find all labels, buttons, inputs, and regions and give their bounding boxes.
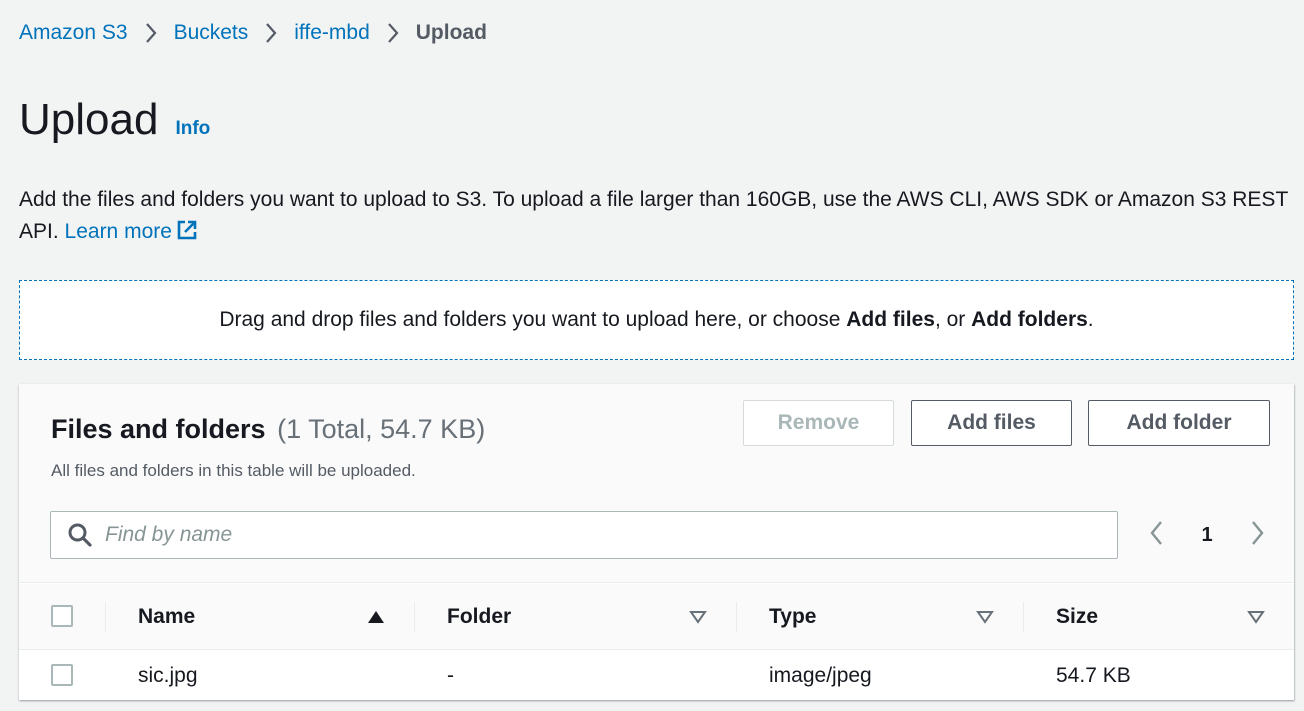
column-divider: [105, 602, 106, 632]
add-folder-button[interactable]: Add folder: [1088, 400, 1270, 446]
breadcrumb: Amazon S3 Buckets iffe-mbd Upload: [19, 18, 487, 48]
column-divider: [1023, 602, 1024, 632]
panel-subtitle: All files and folders in this table will…: [51, 461, 416, 480]
column-header-folder[interactable]: Folder: [447, 584, 511, 650]
files-and-folders-panel: Files and folders (1 Total, 54.7 KB) All…: [19, 384, 1294, 700]
page-header: Upload Info: [19, 95, 210, 145]
column-divider: [736, 602, 737, 632]
page-number[interactable]: 1: [1201, 524, 1212, 547]
panel-title: Files and folders (1 Total, 54.7 KB): [51, 414, 485, 445]
description-text: Add the files and folders you want to up…: [19, 188, 1288, 243]
dropzone-text-after: .: [1087, 308, 1094, 331]
column-header-name[interactable]: Name: [138, 584, 195, 650]
sort-descending-icon[interactable]: [1247, 610, 1265, 624]
breadcrumb-current: Upload: [415, 21, 487, 44]
cell-folder: -: [447, 663, 454, 687]
select-all-checkbox[interactable]: [51, 605, 73, 627]
column-header-size[interactable]: Size: [1056, 584, 1098, 650]
search-input[interactable]: [105, 523, 1117, 547]
search-box[interactable]: [50, 511, 1118, 559]
upload-dropzone[interactable]: Drag and drop files and folders you want…: [19, 280, 1294, 360]
dropzone-text-middle: , or: [934, 308, 972, 331]
chevron-right-icon: [386, 22, 400, 44]
breadcrumb-bucket[interactable]: iffe-mbd: [294, 21, 369, 45]
panel-count: (1 Total, 54.7 KB): [277, 414, 486, 444]
search-icon: [67, 522, 93, 548]
chevron-left-icon[interactable]: [1147, 519, 1167, 552]
dropzone-add-folders: Add folders: [971, 308, 1088, 331]
table-row: sic.jpg - image/jpeg 54.7 KB: [19, 651, 1294, 700]
pagination: 1: [1147, 519, 1267, 551]
column-header-type[interactable]: Type: [769, 584, 816, 650]
sort-descending-icon[interactable]: [689, 610, 707, 624]
chevron-right-icon: [264, 22, 278, 44]
sort-ascending-icon[interactable]: [367, 610, 385, 624]
chevron-right-icon[interactable]: [1247, 519, 1267, 552]
external-link-icon: [176, 219, 198, 251]
row-checkbox[interactable]: [51, 664, 73, 686]
panel-header: Files and folders (1 Total, 54.7 KB) All…: [19, 384, 1294, 583]
breadcrumb-amazon-s3[interactable]: Amazon S3: [19, 21, 128, 45]
add-files-button[interactable]: Add files: [911, 400, 1072, 446]
sort-descending-icon[interactable]: [976, 610, 994, 624]
column-divider: [414, 602, 415, 632]
dropzone-text: Drag and drop files and folders you want…: [219, 308, 1093, 332]
cell-type: image/jpeg: [769, 663, 872, 687]
chevron-right-icon: [144, 22, 158, 44]
cell-size: 54.7 KB: [1056, 663, 1131, 687]
breadcrumb-buckets[interactable]: Buckets: [174, 21, 249, 45]
table-header: Name Folder Type Size: [19, 584, 1294, 650]
dropzone-add-files: Add files: [846, 308, 935, 331]
page-title: Upload: [19, 95, 159, 144]
learn-more-link[interactable]: Learn more: [65, 220, 198, 243]
info-link[interactable]: Info: [175, 118, 210, 140]
dropzone-text-before: Drag and drop files and folders you want…: [219, 308, 847, 331]
page-description: Add the files and folders you want to up…: [19, 184, 1289, 251]
remove-button[interactable]: Remove: [743, 400, 894, 446]
panel-title-text: Files and folders: [51, 414, 266, 444]
cell-name: sic.jpg: [138, 663, 198, 687]
learn-more-label: Learn more: [64, 220, 172, 243]
